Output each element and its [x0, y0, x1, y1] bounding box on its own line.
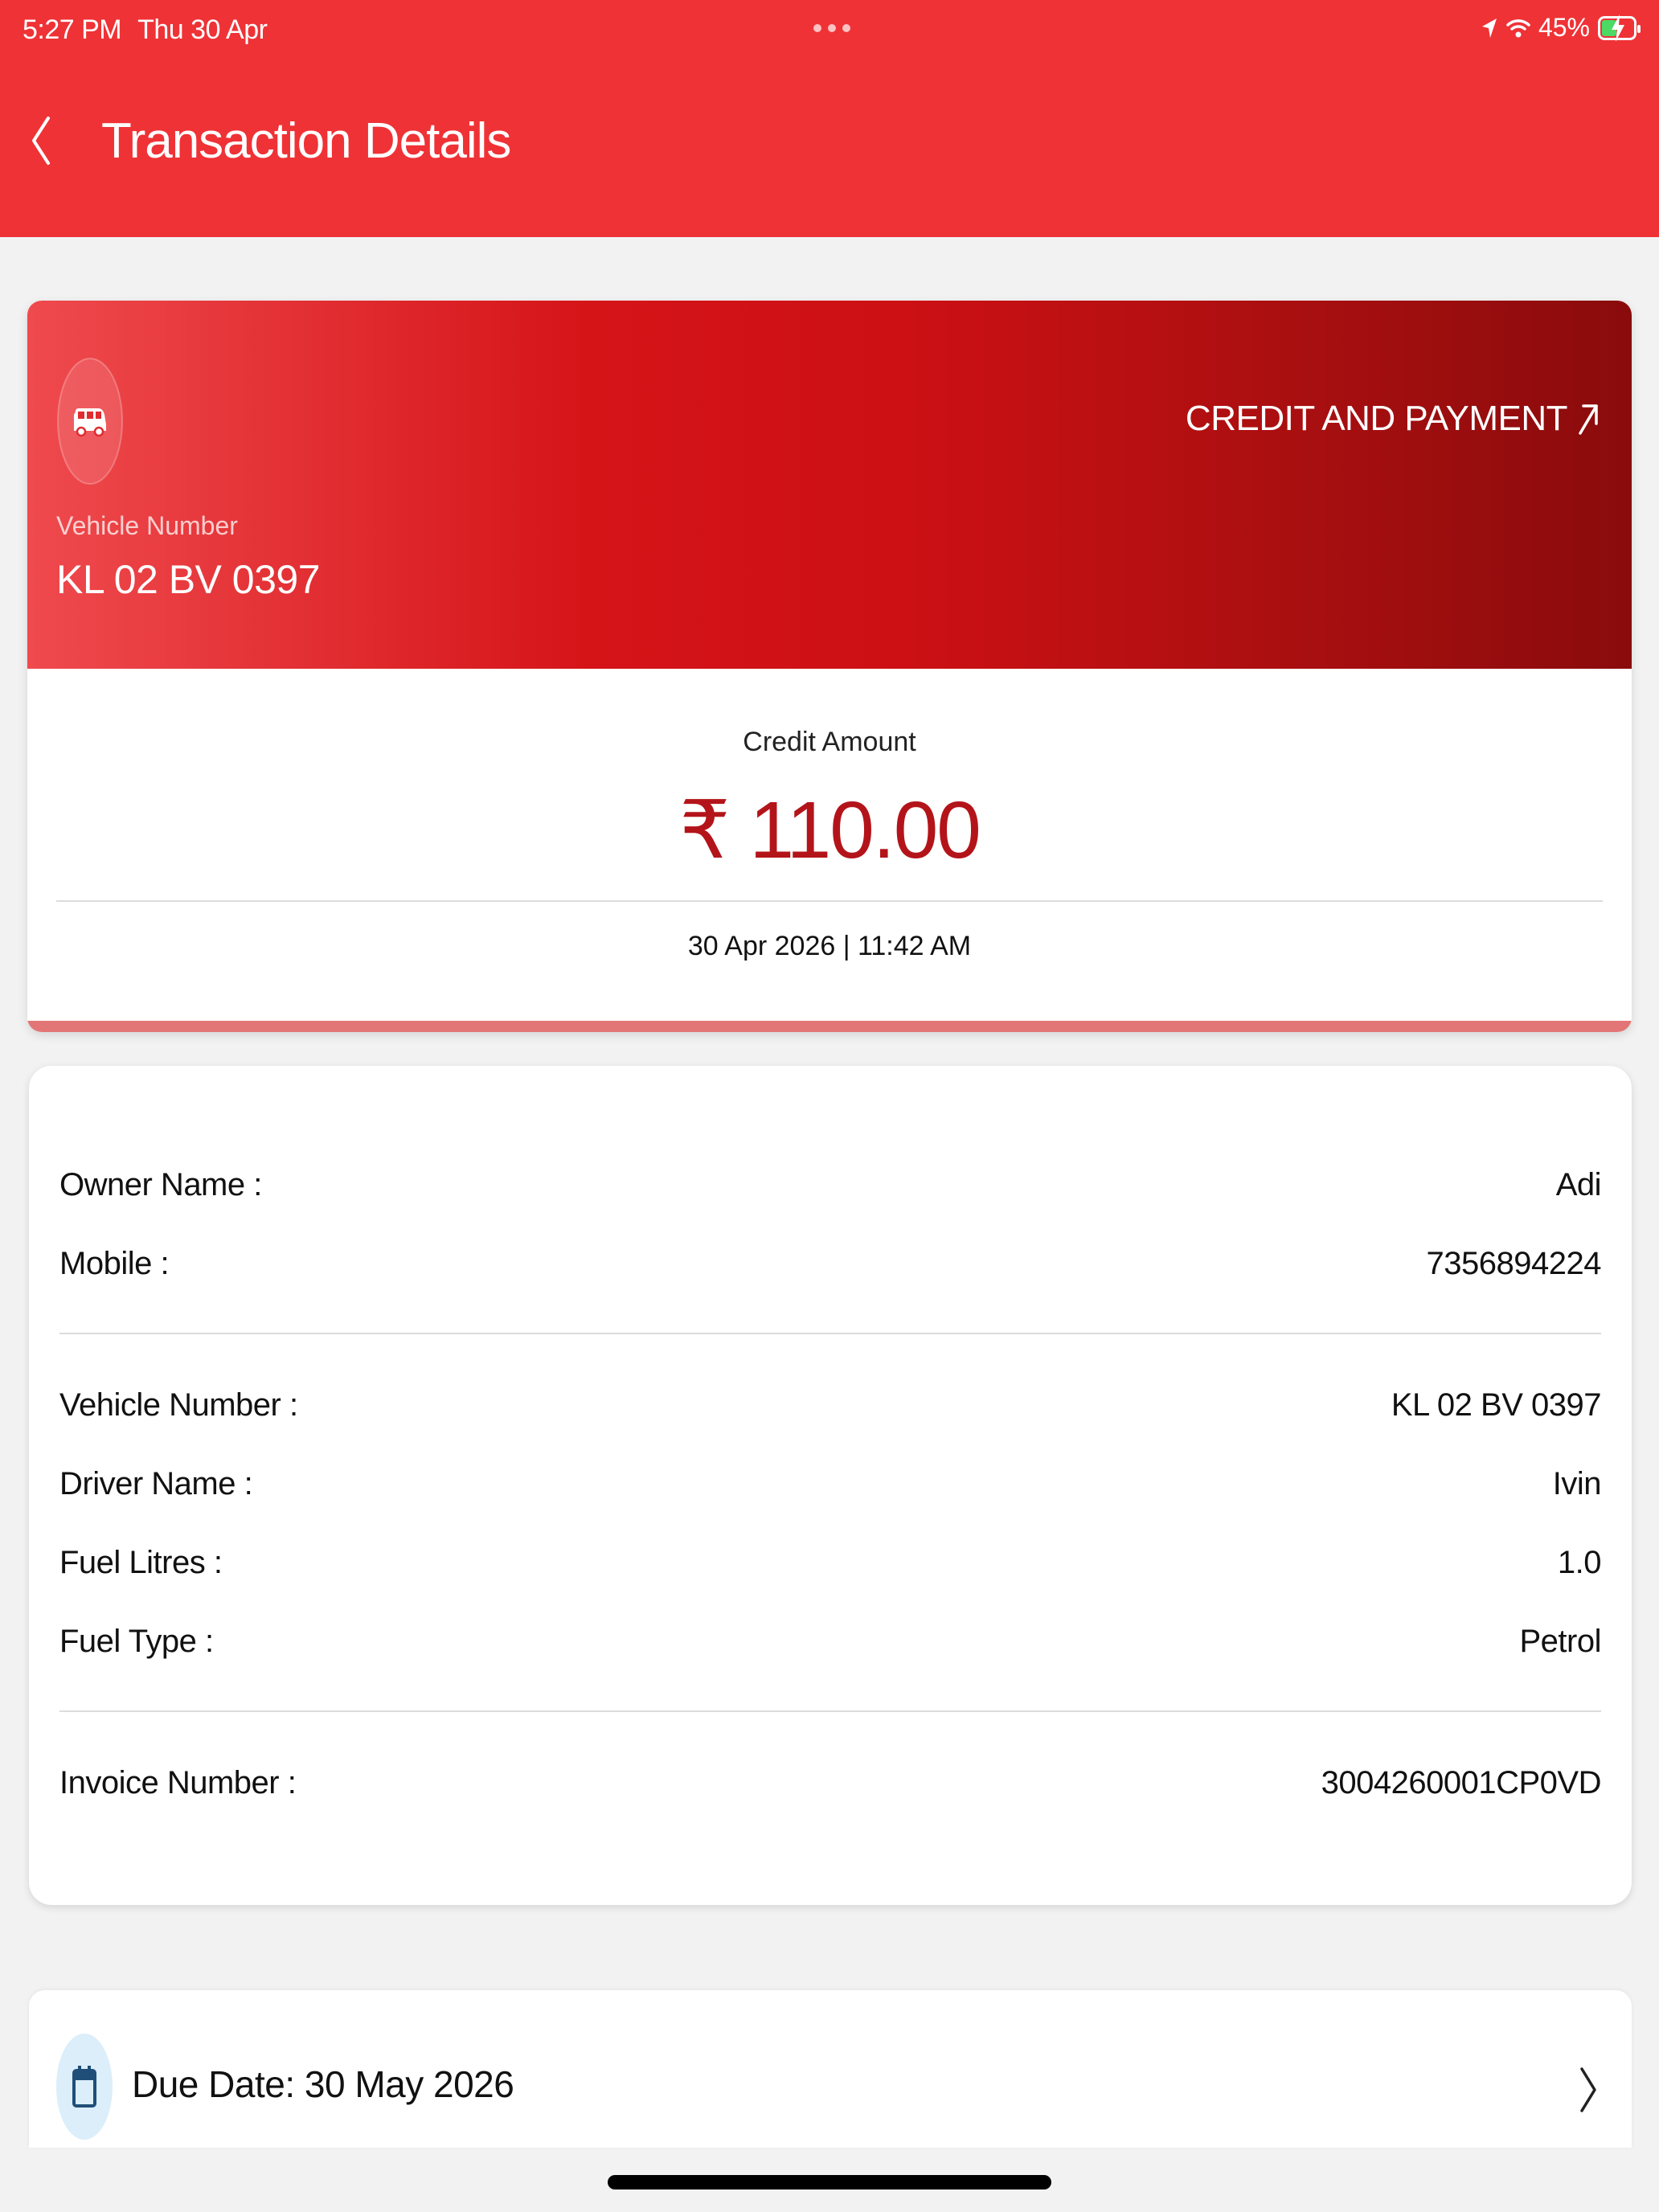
calendar-icon-circle	[56, 2034, 113, 2140]
detail-value: Adi	[1555, 1166, 1602, 1202]
detail-label: Mobile :	[59, 1245, 170, 1281]
detail-value[interactable]: 7356894224	[1427, 1246, 1602, 1282]
detail-value: Petrol	[1519, 1623, 1602, 1659]
credit-link-label: CREDIT AND PAYMENT	[1185, 399, 1568, 438]
location-icon	[1481, 18, 1497, 38]
battery-percent: 45%	[1538, 13, 1590, 42]
detail-value: 3004260001CP0VD	[1321, 1764, 1602, 1800]
detail-row-vehicle-number: Vehicle Number : KL 02 BV 0397	[59, 1381, 1602, 1429]
detail-row-mobile: Mobile : 7356894224	[59, 1239, 1602, 1288]
detail-label: Owner Name :	[59, 1166, 262, 1202]
status-time: 5:27 PM	[23, 14, 122, 45]
credit-amount-value: ₹ 110.00	[679, 785, 981, 875]
divider	[59, 1333, 1601, 1334]
detail-label: Vehicle Number :	[59, 1387, 298, 1423]
divider	[56, 900, 1603, 902]
vehicle-number-caption: Vehicle Number	[56, 511, 238, 540]
divider	[59, 1710, 1601, 1712]
home-indicator[interactable]	[608, 2175, 1051, 2189]
multitasking-dots-icon[interactable]	[813, 24, 850, 32]
credit-amount-label: Credit Amount	[743, 727, 916, 757]
due-date-label: Due Date: 30 May 2026	[132, 2063, 514, 2105]
transaction-datetime: 30 Apr 2026 | 11:42 AM	[687, 931, 972, 961]
wifi-icon	[1506, 18, 1530, 37]
detail-row-fuel-type: Fuel Type : Petrol	[59, 1617, 1601, 1665]
detail-label: Invoice Number :	[59, 1764, 297, 1800]
transaction-hero: Vehicle Number KL 02 BV 0397 CREDIT AND …	[27, 301, 1632, 669]
chevron-right-icon	[1580, 2067, 1596, 2112]
detail-row-owner-name: Owner Name : Adi	[59, 1161, 1602, 1209]
app-header: 5:27 PM Thu 30 Apr 45% Transaction Detai…	[0, 0, 1659, 237]
calendar-icon	[72, 2066, 96, 2108]
page-title: Transaction Details	[101, 113, 511, 169]
chevron-left-icon	[32, 117, 50, 165]
detail-value: KL 02 BV 0397	[1391, 1387, 1602, 1423]
battery-icon	[1598, 14, 1641, 42]
status-date: Thu 30 Apr	[137, 14, 268, 45]
vehicle-number: KL 02 BV 0397	[56, 557, 321, 602]
back-button[interactable]	[21, 109, 61, 173]
transaction-card: Vehicle Number KL 02 BV 0397 CREDIT AND …	[27, 301, 1632, 1032]
credit-and-payment-link[interactable]: CREDIT AND PAYMENT	[1186, 399, 1600, 439]
detail-value: 1.0	[1557, 1544, 1602, 1580]
detail-label: Driver Name :	[59, 1465, 253, 1501]
detail-label: Fuel Type :	[59, 1623, 214, 1659]
detail-row-driver-name: Driver Name : Ivin	[59, 1460, 1602, 1508]
card-accent-bar	[27, 1021, 1632, 1032]
detail-row-invoice-number: Invoice Number : 3004260001CP0VD	[59, 1759, 1602, 1807]
details-card: Owner Name : Adi Mobile : 7356894224 Veh…	[29, 1066, 1632, 1905]
detail-value: Ivin	[1552, 1465, 1602, 1501]
status-bar-right: 45%	[1481, 13, 1641, 43]
detail-label: Fuel Litres :	[59, 1544, 223, 1580]
detail-row-fuel-litres: Fuel Litres : 1.0	[59, 1538, 1602, 1587]
vehicle-avatar	[56, 357, 124, 485]
status-bar-left: 5:27 PM Thu 30 Apr	[23, 14, 268, 46]
arrow-up-right-icon	[1579, 404, 1598, 435]
due-date-row[interactable]: Due Date: 30 May 2026	[29, 1990, 1632, 2148]
